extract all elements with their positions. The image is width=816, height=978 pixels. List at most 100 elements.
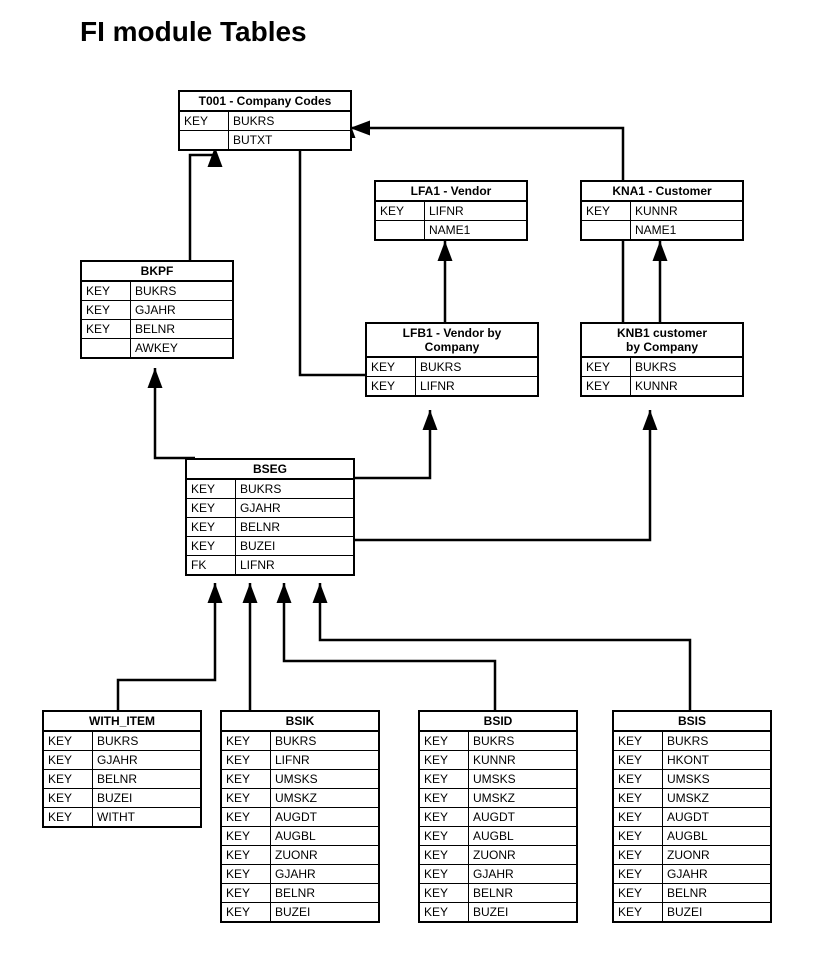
key-cell: KEY	[222, 884, 271, 902]
key-cell: KEY	[187, 499, 236, 517]
entity-row: KEYUMSKS	[420, 770, 576, 789]
field-cell: BELNR	[469, 884, 576, 902]
key-cell: KEY	[44, 751, 93, 769]
entity-row: KEYLIFNR	[376, 202, 526, 221]
field-cell: BELNR	[663, 884, 770, 902]
entity-row: KEYAUGBL	[614, 827, 770, 846]
field-cell: BUZEI	[469, 903, 576, 921]
field-cell: LIFNR	[236, 556, 353, 574]
entity-header: KNB1 customer by Company	[582, 324, 742, 358]
key-cell: KEY	[222, 846, 271, 864]
entity-row: KEYUMSKZ	[420, 789, 576, 808]
entity-header: WITH_ITEM	[44, 712, 200, 732]
entity-bsid: BSIDKEYBUKRSKEYKUNNRKEYUMSKSKEYUMSKZKEYA…	[418, 710, 578, 923]
entity-row: AWKEY	[82, 339, 232, 357]
key-cell: KEY	[614, 865, 663, 883]
field-cell: BUKRS	[131, 282, 232, 300]
field-cell: HKONT	[663, 751, 770, 769]
field-cell: BUKRS	[663, 732, 770, 750]
entity-row: KEYGJAHR	[614, 865, 770, 884]
entity-header: LFA1 - Vendor	[376, 182, 526, 202]
entity-row: KEYBUKRS	[187, 480, 353, 499]
entity-row: KEYLIFNR	[222, 751, 378, 770]
key-cell: KEY	[420, 884, 469, 902]
field-cell: UMSKS	[271, 770, 378, 788]
key-cell: KEY	[187, 518, 236, 536]
entity-row: KEYBELNR	[222, 884, 378, 903]
key-cell: KEY	[614, 903, 663, 921]
key-cell: KEY	[420, 789, 469, 807]
field-cell: AWKEY	[131, 339, 232, 357]
field-cell: BELNR	[93, 770, 200, 788]
field-cell: BUTXT	[229, 131, 350, 149]
field-cell: BUKRS	[631, 358, 742, 376]
key-cell: KEY	[82, 282, 131, 300]
entity-row: KEYZUONR	[614, 846, 770, 865]
entity-header: KNA1 - Customer	[582, 182, 742, 202]
entity-row: KEYBUKRS	[582, 358, 742, 377]
entity-header: BSIK	[222, 712, 378, 732]
key-cell: KEY	[614, 808, 663, 826]
field-cell: BUZEI	[93, 789, 200, 807]
entity-row: KEYBUKRS	[44, 732, 200, 751]
field-cell: UMSKS	[663, 770, 770, 788]
key-cell: KEY	[420, 903, 469, 921]
entity-row: KEYGJAHR	[187, 499, 353, 518]
entity-row: KEYZUONR	[222, 846, 378, 865]
entity-lfa1: LFA1 - VendorKEYLIFNRNAME1	[374, 180, 528, 241]
entity-row: KEYAUGDT	[614, 808, 770, 827]
field-cell: BELNR	[271, 884, 378, 902]
entity-row: KEYBUZEI	[614, 903, 770, 921]
entity-row: KEYUMSKS	[222, 770, 378, 789]
entity-bsis: BSISKEYBUKRSKEYHKONTKEYUMSKSKEYUMSKZKEYA…	[612, 710, 772, 923]
field-cell: UMSKZ	[663, 789, 770, 807]
field-cell: WITHT	[93, 808, 200, 826]
entity-bseg: BSEGKEYBUKRSKEYGJAHRKEYBELNRKEYBUZEIFKLI…	[185, 458, 355, 576]
key-cell: KEY	[367, 377, 416, 395]
field-cell: NAME1	[631, 221, 742, 239]
key-cell: KEY	[44, 808, 93, 826]
entity-row: KEYBELNR	[82, 320, 232, 339]
key-cell: KEY	[614, 789, 663, 807]
field-cell: AUGBL	[663, 827, 770, 845]
key-cell	[82, 339, 131, 357]
entity-row: KEYBUKRS	[222, 732, 378, 751]
key-cell: KEY	[420, 732, 469, 750]
field-cell: BUZEI	[236, 537, 353, 555]
entity-row: KEYAUGBL	[420, 827, 576, 846]
key-cell: KEY	[420, 865, 469, 883]
field-cell: AUGBL	[469, 827, 576, 845]
entity-header: T001 - Company Codes	[180, 92, 350, 112]
entity-row: KEYBUKRS	[420, 732, 576, 751]
field-cell: BUKRS	[416, 358, 537, 376]
key-cell	[180, 131, 229, 149]
field-cell: UMSKZ	[469, 789, 576, 807]
entity-lfb1: LFB1 - Vendor by CompanyKEYBUKRSKEYLIFNR	[365, 322, 539, 397]
key-cell: KEY	[44, 789, 93, 807]
entity-row: BUTXT	[180, 131, 350, 149]
entity-row: KEYBUKRS	[367, 358, 537, 377]
entity-header: BKPF	[82, 262, 232, 282]
field-cell: GJAHR	[93, 751, 200, 769]
key-cell: KEY	[222, 732, 271, 750]
key-cell: KEY	[82, 301, 131, 319]
entity-row: FKLIFNR	[187, 556, 353, 574]
field-cell: GJAHR	[131, 301, 232, 319]
entity-row: KEYBUKRS	[180, 112, 350, 131]
field-cell: BUKRS	[229, 112, 350, 130]
field-cell: ZUONR	[469, 846, 576, 864]
entity-row: KEYBUZEI	[44, 789, 200, 808]
key-cell: KEY	[614, 827, 663, 845]
field-cell: AUGDT	[469, 808, 576, 826]
key-cell: KEY	[420, 770, 469, 788]
field-cell: UMSKZ	[271, 789, 378, 807]
entity-row: KEYZUONR	[420, 846, 576, 865]
key-cell: KEY	[614, 846, 663, 864]
entity-row: KEYUMSKZ	[614, 789, 770, 808]
key-cell	[376, 221, 425, 239]
entity-row: KEYBUKRS	[614, 732, 770, 751]
field-cell: BUKRS	[469, 732, 576, 750]
entity-kna1: KNA1 - CustomerKEYKUNNRNAME1	[580, 180, 744, 241]
key-cell: KEY	[376, 202, 425, 220]
field-cell: GJAHR	[469, 865, 576, 883]
